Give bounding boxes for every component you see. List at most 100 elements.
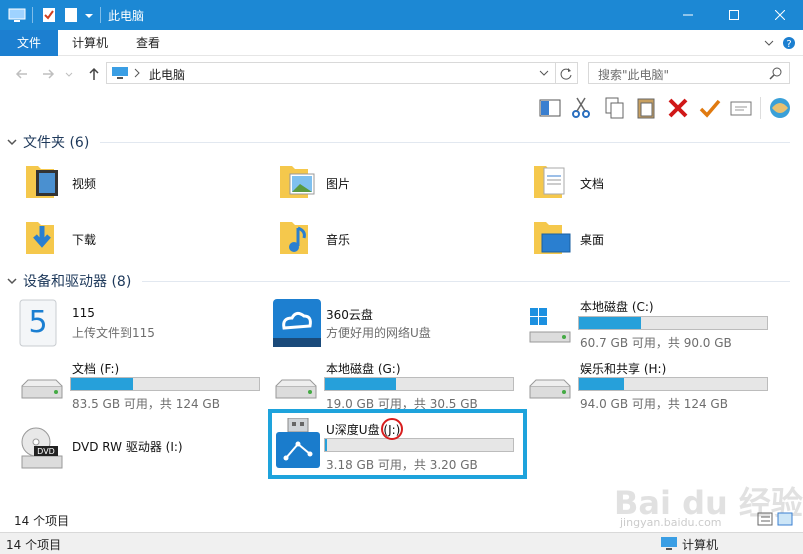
search-icon [769, 67, 782, 80]
forward-arrow-icon[interactable] [40, 66, 56, 82]
drive-space: 60.7 GB 可用，共 90.0 GB [580, 336, 732, 350]
refresh-icon [560, 68, 572, 80]
maximize-button[interactable] [711, 0, 757, 30]
drive-usage-bar [324, 377, 514, 391]
drive-item-h[interactable]: 娱乐和共享 (H:) 94.0 GB 可用，共 124 GB [526, 360, 786, 412]
dvd-drive-icon: DVD [21, 427, 63, 469]
drive-item-360-cloud[interactable]: 360云盘 方便好用的网络U盘 [272, 298, 522, 350]
minimize-icon [683, 14, 693, 16]
close-button[interactable] [757, 0, 803, 30]
preview-pane-icon[interactable] [538, 96, 562, 120]
downloads-folder-icon [26, 222, 54, 254]
search-input[interactable]: 搜索"此电脑" [598, 66, 669, 83]
close-icon [775, 10, 785, 20]
chevron-right-icon[interactable] [133, 68, 141, 78]
windows-drive-icon [529, 308, 571, 343]
item-count: 14 个项目 [14, 514, 70, 528]
115-cloud-icon: 5 [19, 299, 57, 347]
search-box[interactable]: 搜索"此电脑" [588, 62, 790, 84]
refresh-button[interactable] [556, 62, 578, 84]
status-location: 计算机 [682, 538, 719, 552]
hard-drive-icon [275, 379, 317, 399]
highlight-circle [381, 418, 403, 440]
folder-label: 下载 [72, 233, 97, 247]
group-divider [142, 281, 790, 282]
tab-file[interactable]: 文件 [0, 30, 58, 56]
rename-check-icon[interactable] [698, 96, 722, 120]
address-path: 此电脑 [149, 68, 186, 82]
drives-group-header[interactable]: 设备和驱动器 (8) [6, 271, 131, 291]
drive-label: 本地磁盘 (G:) [326, 362, 401, 376]
drive-space: 83.5 GB 可用，共 124 GB [72, 397, 220, 411]
drive-usage-bar [578, 377, 768, 391]
status-item-count: 14 个项目 [6, 538, 62, 552]
watermark-url: jingyan.baidu.com [620, 516, 722, 529]
svg-text:?: ? [786, 39, 791, 50]
minimize-button[interactable] [665, 0, 711, 30]
chevron-down-icon [7, 278, 17, 285]
paste-icon[interactable] [634, 96, 658, 120]
tab-view[interactable]: 查看 [124, 30, 172, 56]
music-folder-icon [280, 222, 308, 254]
properties-card-icon[interactable] [729, 96, 753, 120]
back-arrow-icon[interactable] [14, 66, 30, 82]
status-bar: 14 个项目 计算机 [0, 532, 803, 554]
drive-usage-fill [325, 378, 397, 390]
drive-description: 上传文件到115 [72, 326, 155, 340]
chevron-down-icon[interactable] [539, 68, 549, 78]
details-view-icon[interactable] [757, 512, 773, 526]
large-icons-view-icon[interactable] [777, 512, 793, 526]
folder-item-video[interactable]: 视频 [24, 160, 274, 204]
drive-item-c[interactable]: 本地磁盘 (C:) 60.7 GB 可用，共 90.0 GB [526, 298, 786, 350]
delete-icon[interactable] [666, 96, 690, 120]
drive-label: 115 [72, 306, 95, 320]
address-bar[interactable]: 此电脑 [106, 62, 556, 84]
drives-header-label: 设备和驱动器 (8) [23, 274, 132, 290]
maximize-icon [729, 10, 739, 20]
pictures-folder-icon [280, 166, 315, 198]
drive-label: 本地磁盘 (C:) [580, 300, 654, 314]
computer-icon [661, 537, 677, 550]
folder-item-music[interactable]: 音乐 [278, 216, 528, 260]
chevron-down-icon [7, 139, 17, 146]
folders-header-label: 文件夹 (6) [23, 135, 90, 151]
properties-icon[interactable] [42, 7, 56, 23]
new-folder-icon[interactable] [64, 7, 78, 23]
video-folder-icon [26, 166, 58, 198]
chevron-down-icon[interactable] [84, 7, 94, 23]
help-icon[interactable]: ? [782, 36, 796, 50]
chevron-down-icon[interactable] [762, 36, 776, 50]
folder-label: 文档 [580, 177, 605, 191]
drive-item-g[interactable]: 本地磁盘 (G:) 19.0 GB 可用，共 30.5 GB [272, 360, 532, 412]
documents-folder-icon [534, 166, 565, 198]
cut-icon[interactable] [569, 96, 593, 120]
drive-usage-fill [579, 317, 642, 329]
drive-label: 文档 (F:) [72, 362, 120, 376]
svg-text:5: 5 [28, 305, 47, 340]
drive-space: 94.0 GB 可用，共 124 GB [580, 397, 728, 411]
network-globe-icon[interactable] [768, 96, 792, 120]
drive-label: 娱乐和共享 (H:) [580, 362, 667, 376]
ribbon-tabs: 文件 计算机 查看 ? [0, 30, 803, 56]
desktop-folder-icon [534, 222, 571, 254]
drive-label: 360云盘 [326, 308, 373, 322]
drive-item-115[interactable]: 5 115 上传文件到115 [18, 298, 268, 350]
up-arrow-icon[interactable] [86, 66, 102, 82]
folder-item-downloads[interactable]: 下载 [24, 216, 274, 260]
folder-label: 视频 [72, 177, 97, 191]
folder-item-pictures[interactable]: 图片 [278, 160, 528, 204]
recent-chevron-icon[interactable] [64, 66, 74, 82]
folder-item-documents[interactable]: 文档 [532, 160, 782, 204]
folder-item-desktop[interactable]: 桌面 [532, 216, 782, 260]
folder-label: 音乐 [326, 233, 351, 247]
computer-icon [112, 67, 128, 79]
title-bar: 此电脑 [0, 0, 803, 30]
copy-icon[interactable] [602, 96, 626, 120]
drive-item-f[interactable]: 文档 (F:) 83.5 GB 可用，共 124 GB [18, 360, 278, 412]
folder-label: 图片 [326, 177, 351, 191]
drive-usage-fill [579, 378, 625, 390]
tab-computer[interactable]: 计算机 [62, 30, 118, 56]
drive-item-dvd[interactable]: DVD DVD RW 驱动器 (I:) [18, 424, 268, 472]
drive-usage-bar [70, 377, 260, 391]
folders-group-header[interactable]: 文件夹 (6) [6, 132, 89, 152]
